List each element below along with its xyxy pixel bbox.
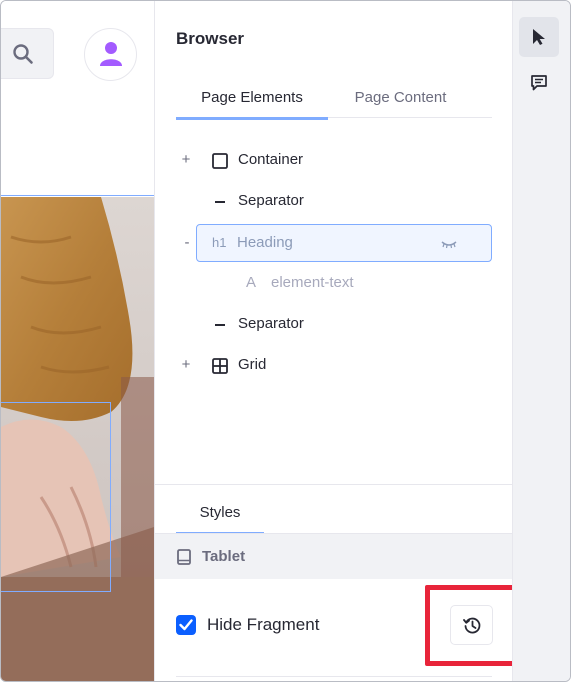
user-avatar-icon: [100, 42, 122, 66]
comment-icon: [531, 75, 547, 91]
history-icon: [463, 617, 481, 634]
tree-item-label: Heading: [237, 234, 293, 251]
panel-tabs: Page Elements Page Content: [176, 89, 492, 120]
tree-item-separator[interactable]: Separator: [175, 307, 492, 341]
restore-default-button[interactable]: [450, 605, 493, 645]
divider: [176, 676, 492, 677]
comments-tool-button[interactable]: [519, 63, 559, 103]
tree-item-label: Separator: [238, 192, 304, 209]
styles-section: Styles Tablet Hide Fragment: [155, 484, 519, 681]
tab-page-elements[interactable]: Page Elements: [176, 89, 328, 120]
user-avatar-button[interactable]: [84, 28, 137, 81]
search-icon: [13, 44, 33, 64]
tree-item-heading[interactable]: - h1 Heading: [185, 224, 492, 262]
tree-item-grid[interactable]: + Grid: [175, 348, 492, 382]
expand-toggle[interactable]: +: [179, 356, 193, 373]
collapse-toggle[interactable]: -: [180, 234, 194, 251]
tablet-icon: [177, 549, 191, 565]
hide-fragment-checkbox[interactable]: [176, 615, 196, 635]
heading-h1-icon: h1: [212, 235, 227, 250]
tree-item-label: Separator: [238, 315, 304, 332]
right-sidebar: [512, 1, 570, 681]
checkmark-icon: [179, 619, 193, 631]
element-selection-outline: [1, 402, 111, 592]
tree-item-separator[interactable]: Separator: [175, 184, 492, 218]
device-header: Tablet: [155, 534, 513, 579]
tree-item-label: element-text: [271, 274, 354, 291]
square-container-icon: [212, 153, 228, 169]
text-a-icon: A: [246, 274, 257, 291]
separator-dash-icon: [215, 201, 225, 203]
tree-item-label: Container: [238, 151, 304, 168]
separator-dash-icon: [215, 324, 225, 326]
hidden-eye-icon[interactable]: [441, 239, 457, 249]
browser-tool-button[interactable]: [519, 17, 559, 57]
page-canvas: [1, 1, 154, 681]
panel-title: Browser: [176, 29, 245, 48]
app-window: Browser Page Elements Page Content + Con…: [0, 0, 571, 682]
expand-toggle[interactable]: +: [179, 151, 193, 168]
grid-icon: [212, 358, 228, 374]
tree-item-label: Grid: [238, 356, 267, 373]
tree-item-element-text[interactable]: A element-text: [175, 266, 492, 300]
tab-page-content[interactable]: Page Content: [328, 89, 473, 118]
search-button[interactable]: [1, 28, 54, 79]
tree-item-container[interactable]: + Container: [175, 143, 492, 177]
hide-fragment-label: Hide Fragment: [207, 615, 320, 634]
browser-panel: Browser Page Elements Page Content + Con…: [154, 1, 519, 681]
tab-styles[interactable]: Styles: [176, 504, 264, 535]
cursor-arrow-icon: [533, 29, 545, 45]
canvas-section-border: [1, 195, 154, 196]
device-label: Tablet: [202, 548, 246, 565]
